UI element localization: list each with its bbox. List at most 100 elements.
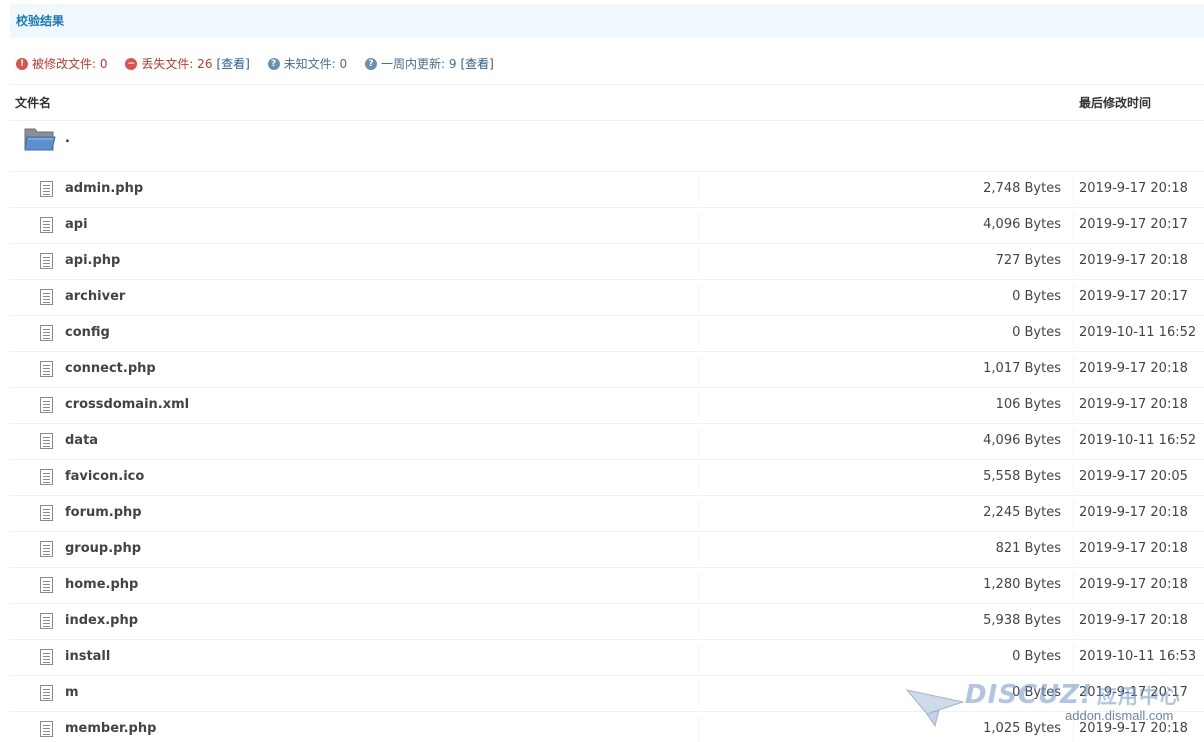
column-separator <box>698 356 699 383</box>
column-separator <box>698 716 699 742</box>
table-row[interactable]: forum.php 2,245 Bytes 2019-9-17 20:18 <box>10 496 1204 532</box>
file-modified-time: 2019-9-17 20:17 <box>1079 685 1188 700</box>
table-row[interactable]: data 4,096 Bytes 2019-10-11 16:52 <box>10 424 1204 460</box>
file-size: 5,938 Bytes <box>983 613 1061 628</box>
check-summary: ! 被修改文件: 0 − 丢失文件: 26 [查看] ? 未知文件: 0 ? 一… <box>16 52 508 72</box>
file-name: favicon.ico <box>65 469 145 484</box>
document-icon <box>40 325 53 341</box>
file-name: api.php <box>65 253 121 268</box>
file-size: 0 Bytes <box>1012 649 1061 664</box>
column-separator <box>1073 464 1074 491</box>
results-header: 校验结果 <box>10 4 1204 38</box>
table-row[interactable]: m 0 Bytes 2019-9-17 20:17 <box>10 676 1204 712</box>
table-row[interactable]: group.php 821 Bytes 2019-9-17 20:18 <box>10 532 1204 568</box>
table-row[interactable]: archiver 0 Bytes 2019-9-17 20:17 <box>10 280 1204 316</box>
unknown-files-label: 未知文件: 0 <box>283 57 348 71</box>
file-modified-time: 2019-10-11 16:53 <box>1079 649 1197 664</box>
table-row[interactable]: index.php 5,938 Bytes 2019-9-17 20:18 <box>10 604 1204 640</box>
table-row[interactable]: admin.php 2,748 Bytes 2019-9-17 20:18 <box>10 172 1204 208</box>
column-separator <box>698 680 699 707</box>
column-separator <box>698 608 699 635</box>
document-icon <box>40 613 53 629</box>
column-header-modified-time: 最后修改时间 <box>1079 96 1152 110</box>
table-row[interactable]: home.php 1,280 Bytes 2019-9-17 20:18 <box>10 568 1204 604</box>
file-modified-time: 2019-9-17 20:18 <box>1079 181 1188 196</box>
column-separator <box>698 176 699 203</box>
file-size: 1,017 Bytes <box>983 361 1061 376</box>
column-separator <box>1073 212 1074 239</box>
file-name: data <box>65 433 99 448</box>
file-list: admin.php 2,748 Bytes 2019-9-17 20:18 api 4,… <box>10 172 1204 742</box>
folder-row[interactable]: . <box>10 121 1204 172</box>
file-name: archiver <box>65 289 126 304</box>
column-separator <box>1073 428 1074 455</box>
table-row[interactable]: crossdomain.xml 106 Bytes 2019-9-17 20:18 <box>10 388 1204 424</box>
missing-files-summary: − 丢失文件: 26 [查看] <box>125 54 250 74</box>
table-row[interactable]: member.php 1,025 Bytes 2019-9-17 20:18 <box>10 712 1204 742</box>
file-size: 727 Bytes <box>995 253 1061 268</box>
file-size: 106 Bytes <box>995 397 1061 412</box>
table-row[interactable]: favicon.ico 5,558 Bytes 2019-9-17 20:05 <box>10 460 1204 496</box>
file-name: forum.php <box>65 505 142 520</box>
table-header: 文件名 最后修改时间 <box>10 85 1204 121</box>
modified-files-label: 被修改文件: 0 <box>32 57 108 71</box>
column-separator <box>1073 644 1074 671</box>
results-title: 校验结果 <box>16 14 65 28</box>
file-name: index.php <box>65 613 139 628</box>
column-header-filename: 文件名 <box>15 96 52 110</box>
column-separator <box>1073 500 1074 527</box>
question-circle-icon: ? <box>365 58 377 70</box>
column-separator <box>1073 356 1074 383</box>
week-updates-label: 一周内更新: 9 <box>381 57 457 71</box>
week-updates-summary: ? 一周内更新: 9 [查看] <box>365 54 494 74</box>
table-row[interactable]: install 0 Bytes 2019-10-11 16:53 <box>10 640 1204 676</box>
file-modified-time: 2019-9-17 20:17 <box>1079 217 1188 232</box>
table-row[interactable]: config 0 Bytes 2019-10-11 16:52 <box>10 316 1204 352</box>
file-modified-time: 2019-9-17 20:18 <box>1079 253 1188 268</box>
column-separator <box>698 500 699 527</box>
column-separator <box>1073 572 1074 599</box>
file-name: install <box>65 649 111 664</box>
missing-files-label: 丢失文件: 26 <box>141 57 213 71</box>
file-size: 2,748 Bytes <box>983 181 1061 196</box>
table-row[interactable]: api.php 727 Bytes 2019-9-17 20:18 <box>10 244 1204 280</box>
column-separator <box>698 320 699 347</box>
question-circle-icon: ? <box>267 58 280 70</box>
file-name: group.php <box>65 541 142 556</box>
folder-name: . <box>65 131 70 146</box>
document-icon <box>40 649 53 665</box>
week-updates-view-link[interactable]: [查看] <box>461 54 494 74</box>
file-name: config <box>65 325 110 340</box>
column-separator <box>698 248 699 275</box>
file-name: admin.php <box>65 181 144 196</box>
file-size: 1,280 Bytes <box>983 577 1061 592</box>
column-separator <box>1073 320 1074 347</box>
table-row[interactable]: api 4,096 Bytes 2019-9-17 20:17 <box>10 208 1204 244</box>
folder-icon <box>24 128 56 151</box>
file-modified-time: 2019-9-17 20:18 <box>1079 721 1188 736</box>
file-modified-time: 2019-9-17 20:18 <box>1079 541 1188 556</box>
column-separator <box>1073 536 1074 563</box>
column-separator <box>698 284 699 311</box>
column-separator <box>1073 716 1074 742</box>
file-size: 5,558 Bytes <box>983 469 1061 484</box>
missing-files-view-link[interactable]: [查看] <box>216 54 249 74</box>
file-name: m <box>65 685 79 700</box>
document-icon <box>40 253 53 269</box>
file-modified-time: 2019-9-17 20:18 <box>1079 397 1188 412</box>
file-name: crossdomain.xml <box>65 397 190 412</box>
file-modified-time: 2019-9-17 20:18 <box>1079 505 1188 520</box>
file-size: 0 Bytes <box>1012 685 1061 700</box>
file-modified-time: 2019-9-17 20:05 <box>1079 469 1188 484</box>
file-modified-time: 2019-9-17 20:18 <box>1079 613 1188 628</box>
file-modified-time: 2019-10-11 16:52 <box>1079 433 1197 448</box>
document-icon <box>40 577 53 593</box>
file-size: 0 Bytes <box>1012 289 1061 304</box>
minus-circle-icon: − <box>125 58 138 70</box>
column-separator <box>698 464 699 491</box>
document-icon <box>40 181 53 197</box>
document-icon <box>40 397 53 413</box>
column-separator <box>1073 284 1074 311</box>
table-row[interactable]: connect.php 1,017 Bytes 2019-9-17 20:18 <box>10 352 1204 388</box>
file-size: 0 Bytes <box>1012 325 1061 340</box>
